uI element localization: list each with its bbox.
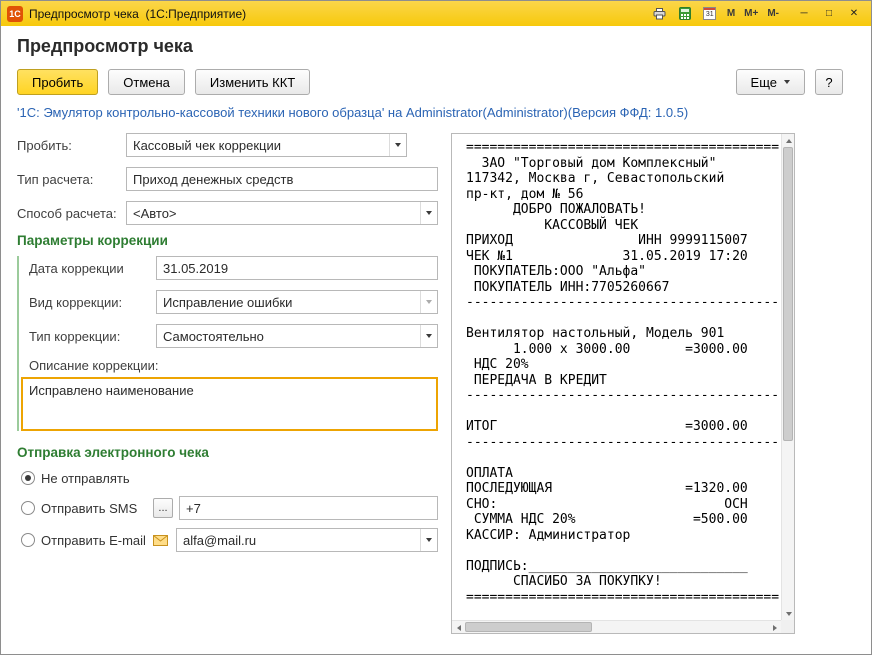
titlebar: 1С Предпросмотр чека (1С:Предприятие) 31… [1, 1, 871, 26]
1c-logo-icon: 1С [7, 5, 23, 22]
help-button[interactable]: ? [815, 69, 843, 95]
send-email-radio[interactable] [21, 533, 35, 547]
send-sms-radio[interactable] [21, 501, 35, 515]
calculator-icon [678, 7, 691, 20]
receipt-preview-panel: ========================================… [451, 133, 795, 634]
scroll-left-arrow[interactable] [452, 621, 465, 633]
calc-type-input[interactable] [126, 167, 438, 191]
correction-section-title: Параметры коррекции [17, 233, 168, 248]
correction-kind-label: Вид коррекции: [29, 294, 123, 310]
chevron-down-icon [784, 80, 790, 84]
kkt-device-link[interactable]: '1С: Эмулятор контрольно-кассовой техник… [17, 105, 855, 121]
form-content: Предпросмотр чека Пробить Отмена Изменит… [1, 26, 871, 634]
dropdown-arrow-icon[interactable] [389, 134, 406, 156]
correction-type-label: Тип коррекции: [29, 328, 121, 344]
command-bar: Пробить Отмена Изменить ККТ Еще ? [17, 69, 855, 95]
send-email-label: Отправить E-mail [41, 532, 146, 548]
calculator-button[interactable] [674, 4, 696, 23]
correction-date-label: Дата коррекции [29, 260, 124, 276]
sms-phone-input[interactable] [179, 496, 438, 520]
calc-method-label: Способ расчета: [17, 205, 117, 221]
calendar-button[interactable]: 31 [699, 4, 721, 23]
calc-method-combobox[interactable]: <Авто> [126, 201, 438, 225]
send-sms-label: Отправить SMS [41, 500, 138, 516]
correction-group: Дата коррекции Вид коррекции: Исправлени… [17, 256, 438, 431]
send-none-radio[interactable] [21, 471, 35, 485]
scroll-right-arrow[interactable] [768, 621, 781, 633]
dropdown-arrow-icon [420, 291, 437, 313]
cancel-button[interactable]: Отмена [108, 69, 185, 95]
correction-date-input[interactable] [156, 256, 438, 280]
dropdown-arrow-icon[interactable] [420, 202, 437, 224]
envelope-icon [153, 534, 171, 546]
minimize-button[interactable]: ─ [793, 4, 815, 23]
correction-kind-combobox[interactable]: Исправление ошибки [156, 290, 438, 314]
print-button[interactable] [649, 4, 671, 23]
send-none-label: Не отправлять [41, 470, 130, 486]
send-none-option: Не отправлять [17, 468, 438, 488]
receipt-vertical-scrollbar[interactable] [781, 134, 794, 620]
memory-recall-button[interactable]: M [724, 4, 738, 23]
post-type-combobox[interactable]: Кассовый чек коррекции [126, 133, 407, 157]
scroll-up-arrow[interactable] [782, 134, 794, 147]
window-title: Предпросмотр чека (1С:Предприятие) [29, 6, 247, 21]
receipt-horizontal-scrollbar[interactable] [452, 620, 781, 633]
page-title: Предпросмотр чека [17, 36, 193, 56]
send-section-title: Отправка электронного чека [17, 445, 209, 460]
receipt-text: ========================================… [466, 140, 780, 605]
dropdown-arrow-icon[interactable] [420, 529, 437, 551]
calc-type-label: Тип расчета: [17, 171, 94, 187]
correction-note-textarea[interactable]: Исправлено наименование [21, 377, 438, 431]
phone-picker-button[interactable]: ... [153, 498, 173, 518]
horizontal-scroll-thumb[interactable] [465, 622, 593, 632]
send-email-option: Отправить E-mail alfa@mail.ru [17, 528, 438, 552]
dropdown-arrow-icon[interactable] [420, 325, 437, 347]
email-combobox[interactable]: alfa@mail.ru [176, 528, 438, 552]
correction-note-label: Описание коррекции: [29, 358, 159, 373]
calendar-day: 31 [705, 11, 714, 18]
change-kkt-button[interactable]: Изменить ККТ [194, 69, 311, 95]
vertical-scroll-thumb[interactable] [783, 147, 793, 442]
memory-minus-button[interactable]: M- [764, 4, 782, 23]
scrollbar-corner [781, 620, 794, 633]
memory-plus-button[interactable]: M+ [741, 4, 761, 23]
titlebar-controls: 31 M M+ M- ─ □ ✕ [649, 4, 865, 23]
app-window: 1С Предпросмотр чека (1С:Предприятие) 31… [1, 1, 871, 634]
calendar-icon: 31 [703, 7, 717, 20]
scroll-down-arrow[interactable] [782, 607, 794, 620]
post-field-label: Пробить: [17, 137, 72, 153]
send-sms-option: Отправить SMS ... [17, 496, 438, 520]
more-button[interactable]: Еще [735, 69, 805, 95]
close-button[interactable]: ✕ [843, 4, 865, 23]
printer-icon [653, 7, 666, 19]
correction-type-combobox[interactable]: Самостоятельно [156, 324, 438, 348]
receipt-form: Пробить: Кассовый чек коррекции Тип расч… [17, 133, 438, 560]
post-receipt-button[interactable]: Пробить [17, 69, 99, 95]
maximize-button[interactable]: □ [818, 4, 840, 23]
